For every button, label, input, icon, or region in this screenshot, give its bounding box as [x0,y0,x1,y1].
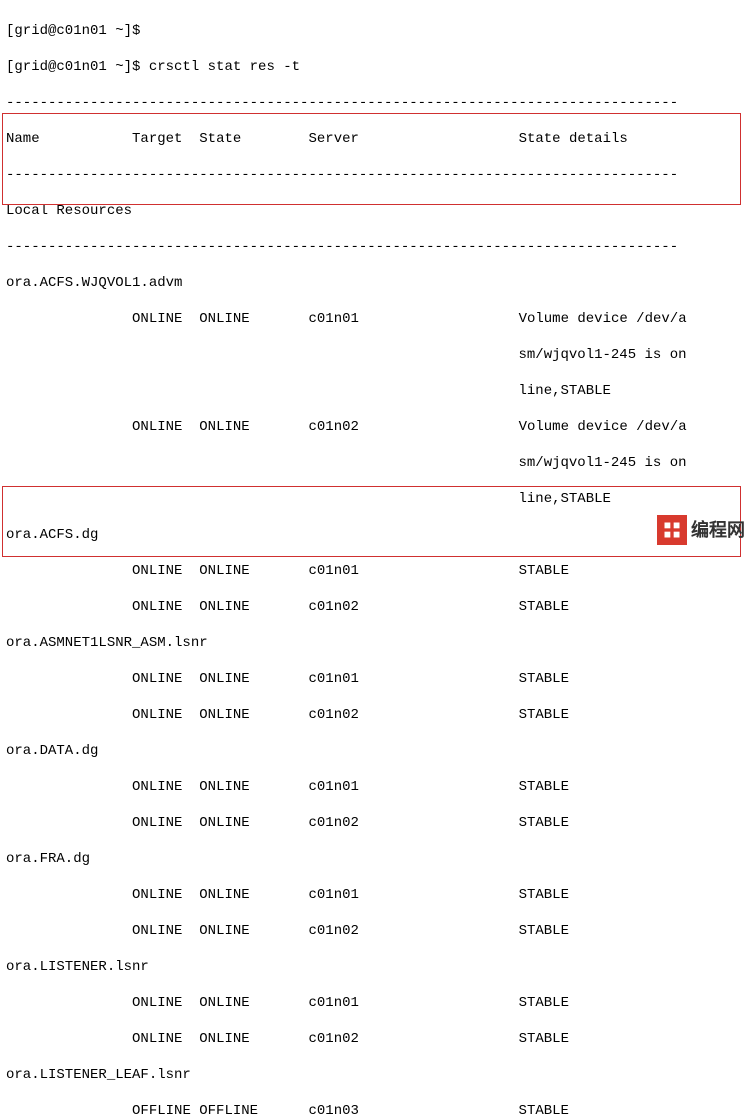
site-logo: 编程网 [657,515,745,545]
res-row-cont: sm/wjqvol1-245 is on [6,455,687,471]
res-row: ONLINE ONLINE c01n02 Volume device /dev/… [6,419,687,435]
res-row-cont: sm/wjqvol1-245 is on [6,347,687,363]
prompt-line-1: [grid@c01n01 ~]$ [6,23,140,39]
res-row: ONLINE ONLINE c01n01 STABLE [6,563,569,579]
terminal[interactable]: [grid@c01n01 ~]$ [grid@c01n01 ~]$ crsctl… [0,0,751,1114]
res-row-cont: line,STABLE [6,383,611,399]
res-row: ONLINE ONLINE c01n02 STABLE [6,1031,569,1047]
res-row: ONLINE ONLINE c01n01 STABLE [6,779,569,795]
res-row: ONLINE ONLINE c01n01 STABLE [6,995,569,1011]
res-name: ora.LISTENER.lsnr [6,959,149,975]
res-row: ONLINE ONLINE c01n01 Volume device /dev/… [6,311,687,327]
header-line: Name Target State Server State details [6,131,628,147]
res-name: ora.ACFS.dg [6,527,98,543]
res-row: ONLINE ONLINE c01n02 STABLE [6,599,569,615]
res-row: OFFLINE OFFLINE c01n03 STABLE [6,1103,569,1114]
res-name: ora.ASMNET1LSNR_ASM.lsnr [6,635,208,651]
res-row: ONLINE ONLINE c01n01 STABLE [6,671,569,687]
sep-2: ----------------------------------------… [6,167,678,183]
res-row: ONLINE ONLINE c01n01 STABLE [6,887,569,903]
sep-1: ----------------------------------------… [6,95,678,111]
local-resources: Local Resources [6,203,132,219]
res-name: ora.DATA.dg [6,743,98,759]
sep-3: ----------------------------------------… [6,239,678,255]
res-name: ora.ACFS.WJQVOL1.advm [6,275,182,291]
res-row-cont: line,STABLE [6,491,611,507]
prompt-line-2: [grid@c01n01 ~]$ crsctl stat res -t [6,59,300,75]
res-row: ONLINE ONLINE c01n02 STABLE [6,707,569,723]
logo-text: 编程网 [691,521,745,539]
res-name: ora.LISTENER_LEAF.lsnr [6,1067,191,1083]
res-name: ora.FRA.dg [6,851,90,867]
res-row: ONLINE ONLINE c01n02 STABLE [6,815,569,831]
res-row: ONLINE ONLINE c01n02 STABLE [6,923,569,939]
logo-icon [657,515,687,545]
